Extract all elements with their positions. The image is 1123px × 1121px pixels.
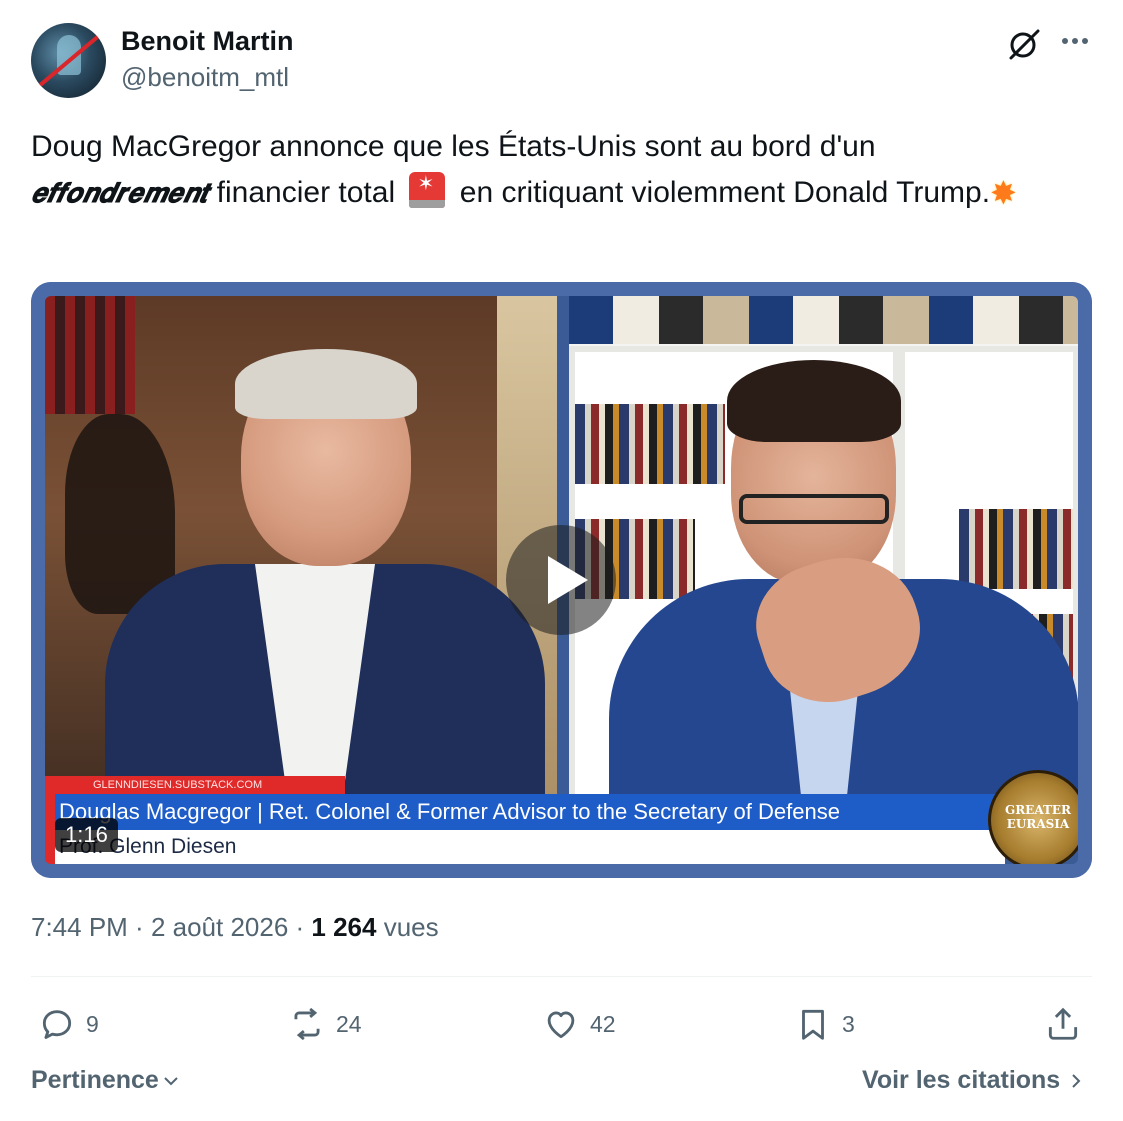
tweet-date[interactable]: 2 août 2026	[151, 912, 288, 942]
sort-dropdown[interactable]: Pertinence	[31, 1066, 181, 1095]
views-label: vues	[376, 912, 439, 942]
like-count: 42	[590, 1010, 616, 1037]
like-button[interactable]: 42	[542, 1002, 616, 1046]
divider	[31, 976, 1092, 977]
meta-separator: ·	[127, 912, 151, 942]
share-button[interactable]	[1044, 1002, 1082, 1046]
bookmark-button[interactable]: 3	[794, 1002, 855, 1046]
bookmark-count: 3	[842, 1010, 855, 1037]
view-quotes-link[interactable]: Voir les citations	[862, 1066, 1084, 1095]
play-button[interactable]	[506, 525, 616, 635]
heart-icon	[547, 1011, 575, 1039]
tweet-meta: 7:44 PM · 2 août 2026 · 1 264 vues	[31, 912, 439, 943]
more-options-icon[interactable]	[1058, 26, 1092, 56]
chevron-right-icon	[1072, 1073, 1081, 1088]
tweet-time[interactable]: 7:44 PM	[31, 912, 128, 942]
tweet-text-part1: Doug MacGregor annonce que les États-Uni…	[31, 130, 876, 163]
tweet-text-part3: en critiquant violemment Donald Trump.	[451, 176, 991, 209]
siren-emoji-icon	[409, 172, 446, 208]
lower-third-source: GLENNDIESEN.SUBSTACK.COM	[45, 776, 345, 794]
tweet-text: Doug MacGregor annonce que les États-Uni…	[31, 124, 1091, 217]
tweet-text-emphasis: 𝒆𝒇𝒇𝒐𝒏𝒅𝒓𝒆𝒎𝒆𝒏𝒕	[31, 178, 209, 209]
video-right-pane	[569, 294, 1079, 834]
author-handle[interactable]: @benoitm_mtl	[121, 62, 289, 93]
chevron-down-icon	[164, 1076, 178, 1085]
author-name[interactable]: Benoit Martin	[121, 26, 294, 57]
repost-icon	[294, 1007, 320, 1041]
views-count: 1 264	[311, 912, 377, 942]
podcast-logo: GREATER EURASIA	[988, 770, 1088, 870]
repost-count: 24	[336, 1010, 362, 1037]
video-left-pane	[45, 294, 557, 834]
share-icon	[1048, 1007, 1078, 1040]
avatar[interactable]	[31, 23, 106, 98]
lower-third-subtitle: Prof. Glenn Diesen	[45, 830, 1005, 864]
grok-icon[interactable]	[1006, 26, 1042, 62]
sort-label: Pertinence	[31, 1066, 159, 1094]
tweet-text-part2: financier total	[208, 176, 404, 209]
reply-button[interactable]: 9	[38, 1002, 99, 1046]
podcast-logo-line1: GREATER	[1004, 803, 1072, 817]
bookmark-icon	[802, 1009, 824, 1040]
repost-button[interactable]: 24	[288, 1002, 362, 1046]
podcast-logo-line2: EURASIA	[1006, 817, 1070, 831]
collision-emoji-icon: ✸	[990, 175, 1017, 211]
video-player[interactable]: GLENNDIESEN.SUBSTACK.COM Douglas Macgreg…	[31, 282, 1092, 878]
lower-third-title: Douglas Macgregor | Ret. Colonel & Forme…	[45, 794, 1005, 830]
view-quotes-label: Voir les citations	[862, 1066, 1061, 1094]
meta-separator: ·	[288, 912, 312, 942]
reply-icon	[42, 1010, 72, 1039]
reply-count: 9	[86, 1010, 99, 1037]
video-duration: 1:16	[55, 818, 118, 852]
